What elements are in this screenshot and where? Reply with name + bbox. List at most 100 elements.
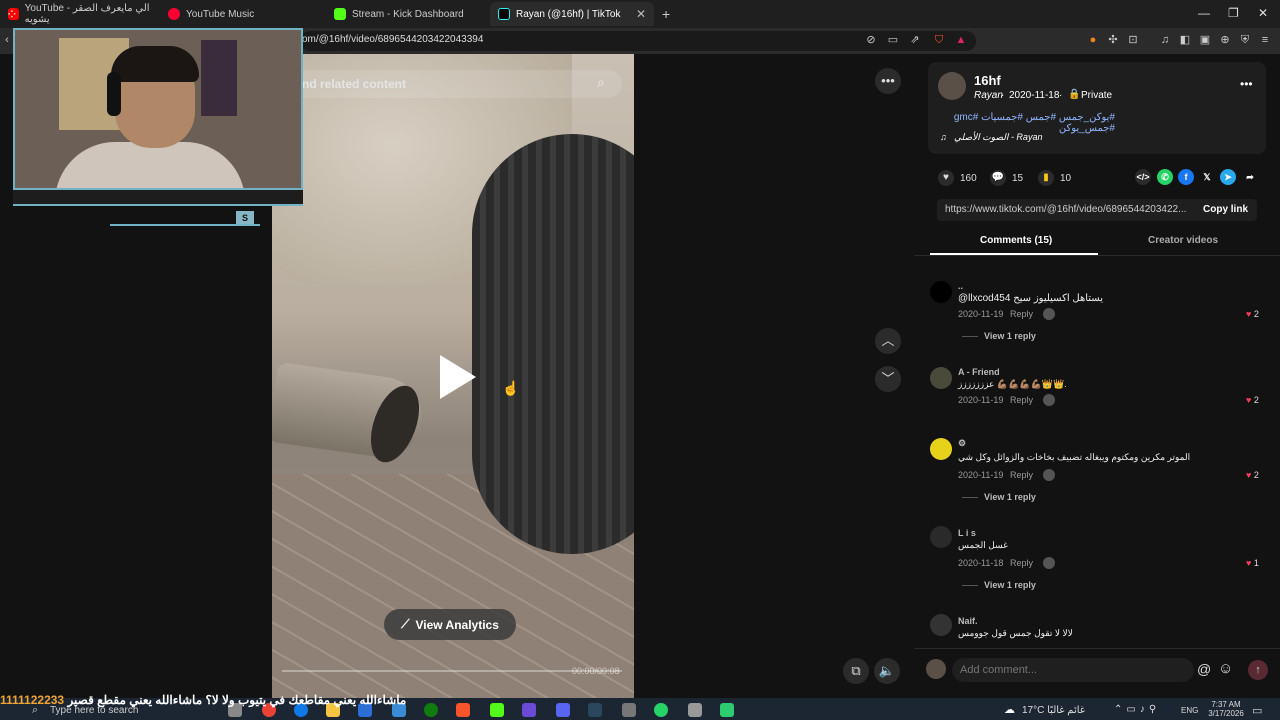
tab-comments[interactable]: Comments (15) [980, 235, 1052, 246]
share-page-icon[interactable]: ⇗ [908, 33, 922, 47]
reaction-icon[interactable] [1043, 394, 1055, 406]
volume-icon[interactable]: 🔈 [874, 658, 900, 684]
reply-button[interactable]: Reply [1010, 395, 1033, 405]
back-icon[interactable]: ‹ [0, 33, 14, 47]
pip-icon[interactable]: ⧉ [843, 658, 869, 684]
menu-icon[interactable]: ≡ [1258, 33, 1272, 47]
commenter-name[interactable]: A - Friend [958, 367, 1000, 377]
reaction-icon[interactable] [1043, 469, 1055, 481]
post-sound[interactable]: الصوت الأصلي - Rayan [954, 132, 1042, 143]
save-stat[interactable]: ▮ 10 [1038, 170, 1071, 186]
tray-icons[interactable]: ⌃▭♪⚲ [1114, 704, 1160, 715]
xbox-icon[interactable] [424, 703, 438, 717]
emoji-icon[interactable]: ☺ [1218, 660, 1233, 677]
commenter-avatar[interactable] [930, 614, 952, 636]
play-icon[interactable] [440, 355, 476, 399]
reply-button[interactable]: Reply [1010, 309, 1033, 319]
comment-item: Naif. لالا لا تقول جمس قول جوومس [930, 614, 1270, 644]
commenter-name[interactable]: ⚙ [958, 438, 966, 449]
close-window-icon[interactable]: ✕ [1258, 6, 1268, 20]
video-time: 00:00/00:08 [572, 666, 620, 676]
music-icon[interactable]: ♫ [1158, 33, 1172, 47]
embed-icon[interactable]: </> [1135, 169, 1151, 185]
brave-icon[interactable] [456, 703, 470, 717]
view-analytics-button[interactable]: ⟋ View Analytics [384, 609, 516, 640]
commenter-avatar[interactable] [930, 526, 952, 548]
creator-username[interactable]: 16hf [974, 73, 1001, 88]
commenter-name[interactable]: .. [958, 281, 963, 291]
extensions-icon[interactable]: ✣ [1106, 33, 1120, 47]
comment-like[interactable]: ♥ 2 [1246, 470, 1259, 480]
comment-stat[interactable]: 💬 15 [990, 170, 1023, 186]
reaction-icon[interactable] [1043, 557, 1055, 569]
x-icon[interactable]: 𝕏 [1199, 169, 1215, 185]
comment-input[interactable] [952, 658, 1194, 682]
commenter-avatar[interactable] [930, 281, 952, 303]
mention-icon[interactable]: @ [1197, 661, 1211, 677]
reply-button[interactable]: Reply [1010, 470, 1033, 480]
ticker-number: 1111122233 [0, 693, 65, 707]
taskbar-language[interactable]: ENG [1181, 706, 1198, 715]
tab-tiktok[interactable]: Rayan (@16hf) | TikTok ✕ [490, 2, 654, 26]
commenter-avatar[interactable] [930, 438, 952, 460]
share-icon[interactable]: ➦ [1242, 169, 1258, 185]
comment-count: 15 [1012, 172, 1024, 184]
new-tab-button[interactable]: + [654, 2, 678, 26]
tab-divider [914, 255, 1280, 256]
commenter-name[interactable]: Naif. [958, 616, 978, 626]
video-progress-bar[interactable] [282, 670, 622, 672]
comment-like[interactable]: ♥ 2 [1246, 309, 1259, 319]
app-icon[interactable] [622, 703, 636, 717]
discord-icon[interactable] [556, 703, 570, 717]
copy-link-button[interactable]: Copy link [1203, 204, 1248, 215]
whatsapp-icon[interactable]: ✆ [1157, 169, 1173, 185]
next-video-button[interactable]: ﹀ [875, 366, 901, 392]
kick-icon[interactable] [490, 703, 504, 717]
search-icon[interactable]: ⌕ [597, 74, 605, 91]
minimize-icon[interactable]: — [1198, 6, 1210, 20]
tab-creator-videos[interactable]: Creator videos [1148, 235, 1218, 246]
telegram-icon[interactable]: ➤ [1220, 169, 1236, 185]
url-text[interactable]: om/@16hf/video/6896544203422043394 [302, 34, 483, 45]
previous-video-button[interactable]: ︿ [875, 328, 901, 354]
obs-icon[interactable] [688, 703, 702, 717]
comment-like[interactable]: ♥ 1 [1246, 558, 1259, 568]
view-replies-button[interactable]: View 1 reply [984, 492, 1036, 502]
notification-icon[interactable]: ▭ [1252, 704, 1262, 717]
cast-icon[interactable]: ▭ [886, 33, 900, 47]
maximize-icon[interactable]: ❐ [1228, 6, 1239, 20]
like-stat[interactable]: ♥ 160 [938, 170, 977, 186]
more-options-icon[interactable]: ••• [875, 68, 901, 94]
comment-like[interactable]: ♥ 2 [1246, 395, 1259, 405]
screenshot-icon[interactable]: ⊡ [1126, 33, 1140, 47]
brave-rewards-icon[interactable]: ▲ [954, 33, 968, 47]
reaction-icon[interactable] [1043, 308, 1055, 320]
whatsapp-icon[interactable] [654, 703, 668, 717]
taskbar-weather[interactable]: 17°C غائم غالبًا [1022, 705, 1085, 716]
brave-shield-icon[interactable]: ⛉ [932, 33, 946, 47]
commenter-avatar[interactable] [930, 367, 952, 389]
creator-avatar[interactable] [938, 72, 966, 100]
reader-off-icon[interactable]: ⊘ [864, 33, 878, 47]
commenter-name[interactable]: L i s [958, 528, 976, 538]
close-tab-icon[interactable]: ✕ [636, 7, 646, 21]
view-replies-button[interactable]: View 1 reply [984, 331, 1036, 341]
post-hashtags[interactable]: #يوكن_جمس #جمس #جمسيات #gmc #جمس_يوكن [940, 112, 1115, 134]
tab-youtube[interactable]: YouTube - الي مايعرف الصقر يشويه [0, 2, 160, 26]
tab-kick[interactable]: Stream - Kick Dashboard [326, 2, 490, 26]
wallet-icon[interactable]: ▣ [1198, 33, 1212, 47]
facebook-icon[interactable]: f [1178, 169, 1194, 185]
view-replies-button[interactable]: View 1 reply [984, 580, 1036, 590]
reply-button[interactable]: Reply [1010, 558, 1033, 568]
steam-icon[interactable] [588, 703, 602, 717]
post-comment-button[interactable]: ↑ [1248, 660, 1268, 680]
app-icon[interactable] [720, 703, 734, 717]
vpn-icon[interactable]: ⊕ [1218, 33, 1232, 47]
tab-youtube-music[interactable]: YouTube Music [160, 2, 326, 26]
post-more-icon[interactable]: ••• [1240, 77, 1253, 91]
taskbar-clock[interactable]: 7:37 AM 3/17/2026 [1206, 700, 1246, 718]
app-icon[interactable] [522, 703, 536, 717]
sidebar-icon[interactable]: ◧ [1178, 33, 1192, 47]
extension-icon[interactable]: ● [1086, 33, 1100, 47]
shield-icon[interactable]: ⛨ [1238, 33, 1252, 47]
